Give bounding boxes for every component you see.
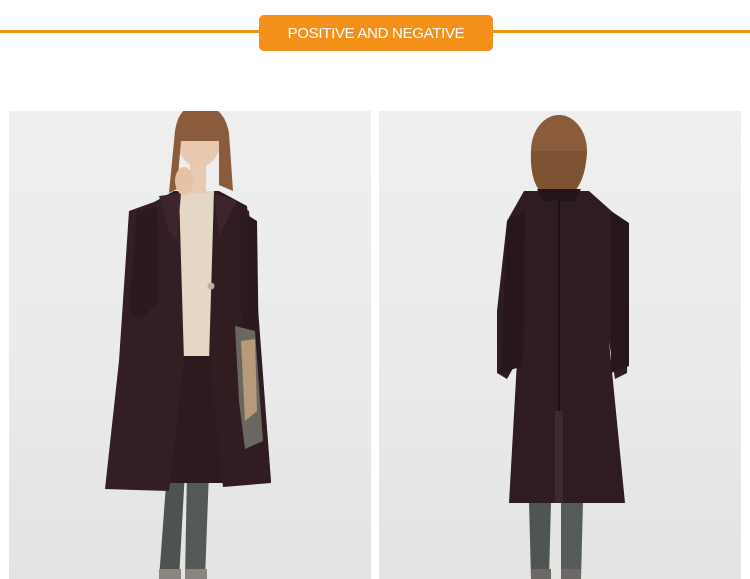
back-view-photo [379, 111, 741, 579]
header-divider-right [493, 30, 750, 33]
header-divider-left [0, 30, 259, 33]
front-view-photo [9, 111, 371, 579]
section-title: POSITIVE AND NEGATIVE [287, 24, 465, 42]
section-title-badge: POSITIVE AND NEGATIVE [259, 15, 493, 51]
